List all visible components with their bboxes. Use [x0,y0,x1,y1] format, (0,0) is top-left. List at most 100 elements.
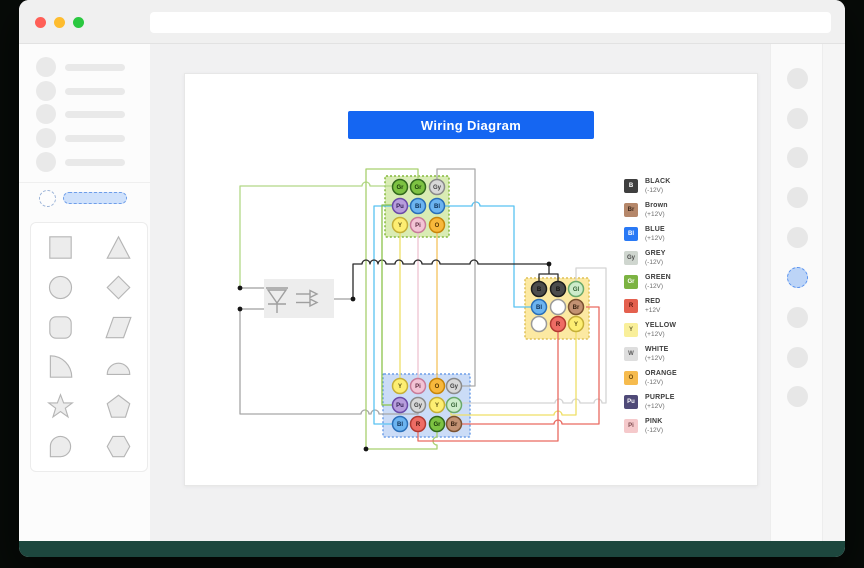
circle-icon [47,274,74,301]
app-window: Wiring Diagram GrGrGyPuBlBlYPiOBBGlBlBrR… [19,0,845,557]
legend-swatch: O [624,371,638,385]
left-sidebar [19,44,151,541]
legend-item-blue: BlBLUE(+12V) [624,225,744,247]
right-rail [770,44,823,541]
menu-item-label-placeholder [65,135,125,142]
legend-item-white: W WHITE (+12V) [624,345,744,367]
shape-tool-circle[interactable] [38,272,82,302]
close-button[interactable] [35,17,46,28]
selected-pill-placeholder[interactable] [63,192,127,204]
maximize-button[interactable] [73,17,84,28]
pin-white[interactable] [551,300,566,315]
legend-voltage: (+12V) [645,235,665,242]
legend-swatch: Pi [624,419,638,433]
shape-tool-triangle[interactable] [96,233,140,263]
shape-tool-rounded-square[interactable] [38,312,82,342]
rail-item[interactable] [787,147,808,168]
pin-white[interactable] [532,317,547,332]
shape-tool-star[interactable] [38,392,82,422]
pin-label: B [537,287,542,293]
legend-item-red: RRED+12V [624,297,744,319]
quarter-circle-icon [47,353,74,380]
legend-voltage: (-12V) [645,379,663,386]
shape-tool-hexagon[interactable] [96,431,140,461]
square-icon [47,234,74,261]
window-footer-bar [19,541,845,557]
shape-tool-parallelogram[interactable] [96,312,140,342]
shape-tool-semicircle[interactable] [96,352,140,382]
junction-dot [238,286,243,291]
pin-label: Pi [415,384,421,390]
pin-label: R [416,422,421,428]
sidebar-menu-item[interactable] [19,57,150,78]
pentagon-icon [105,393,132,420]
legend-color-name: PURPLE [645,394,675,401]
rail-item[interactable] [787,108,808,129]
sidebar-menu-item[interactable] [19,104,150,125]
pin-label: B [556,287,561,293]
junction-dot [238,307,243,312]
menu-item-label-placeholder [65,88,125,95]
legend-swatch: B [624,179,638,193]
rail-item[interactable] [787,307,808,328]
rail-item-active[interactable] [787,267,808,288]
legend-color-name: YELLOW [645,322,676,329]
legend-item-black: BBLACK(-12V) [624,177,744,199]
rail-item[interactable] [787,68,808,89]
pin-label: Y [574,322,578,328]
rail-item[interactable] [787,187,808,208]
address-bar[interactable] [150,12,831,33]
sidebar-menu-item[interactable] [19,128,150,149]
legend-swatch: Pu [624,395,638,409]
pin-label: Gr [433,422,441,428]
dashed-circle-placeholder[interactable] [39,190,56,207]
legend-voltage: (+12V) [645,403,665,410]
menu-item-icon-placeholder [36,81,56,101]
sidebar-menu-item[interactable] [19,152,150,173]
diagram-page[interactable]: Wiring Diagram GrGrGyPuBlBlYPiOBBGlBlBrR… [184,73,758,486]
wire-cyan-right[interactable] [445,202,531,307]
menu-item-icon-placeholder [36,128,56,148]
triangle-icon [105,234,132,261]
legend-color-name: ORANGE [645,370,677,377]
pin-label: Gy [414,403,423,409]
semicircle-icon [105,353,132,380]
legend-voltage: (+12V) [645,355,665,362]
parallelogram-icon [105,314,132,341]
shape-tool-square[interactable] [38,233,82,263]
legend-item-yellow: YYELLOW(+12V) [624,321,744,343]
hexagon-icon [105,433,132,460]
minimize-button[interactable] [54,17,65,28]
legend-swatch: Gr [624,275,638,289]
pin-label: Gl [573,287,580,293]
pin-label: Y [398,223,402,229]
legend-color-name: Brown [645,202,668,209]
legend-swatch: Br [624,203,638,217]
window-titlebar [19,0,845,44]
wire-green-to-component[interactable] [240,182,392,288]
rail-item[interactable] [787,386,808,407]
legend-color-name: WHITE [645,346,669,353]
legend-item-pink: PiPINK(-12V) [624,417,744,439]
pin-label: O [435,384,440,390]
rail-item[interactable] [787,227,808,248]
menu-item-label-placeholder [65,159,125,166]
shape-tool-teardrop[interactable] [38,431,82,461]
shape-tool-pentagon[interactable] [96,392,140,422]
pin-label: Y [435,403,439,409]
legend-item-orange: O ORANGE (-12V) [624,369,744,391]
pin-label: Bl [434,204,440,210]
legend-voltage: (-12V) [645,427,663,434]
shape-tool-diamond[interactable] [96,272,140,302]
shape-tool-quarter-circle[interactable] [38,352,82,382]
rail-item[interactable] [787,347,808,368]
legend-swatch: W [624,347,638,361]
pin-label: Bl [536,305,542,311]
pin-label: Pu [396,403,404,409]
diamond-icon [105,274,132,301]
legend-color-name: BLUE [645,226,665,233]
menu-item-label-placeholder [65,111,125,118]
pin-label: Br [451,422,458,428]
sidebar-menu-item[interactable] [19,81,150,102]
pin-label: Gl [451,403,458,409]
